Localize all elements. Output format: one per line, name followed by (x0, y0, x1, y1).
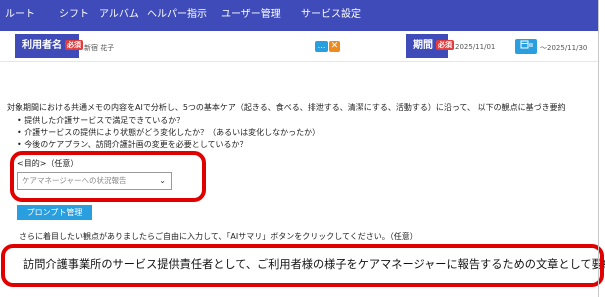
prompt-management-button[interactable]: プロンプト管理 (17, 205, 92, 220)
user-name-label-text: 利用者名 (22, 40, 62, 51)
nav-user-management[interactable]: ユーザー管理 (221, 9, 281, 21)
extra-note-text: さらに着目したい観点がありましたらご自由に入力して、「AIサマリ」ボタンをクリッ… (19, 232, 418, 241)
intro-text: 対象期間における共通メモの内容をAIで分析し、5つの基本ケア（起きる、食べる、排… (7, 103, 566, 112)
required-badge: 必須 (65, 40, 83, 50)
user-clear-button[interactable]: ✕ (329, 41, 340, 52)
period-to[interactable]: ～2025/11/30 (540, 43, 587, 53)
nav-album[interactable]: アルバム (99, 9, 139, 21)
nav-route[interactable]: ルート (5, 9, 35, 21)
nav-helper-instructions[interactable]: ヘルパー指示 (147, 9, 207, 21)
period-label-text: 期間 (413, 40, 433, 51)
user-name-value[interactable]: 新宿 花子 (84, 43, 114, 53)
nav-shift[interactable]: シフト (59, 9, 89, 21)
calendar-icon-glyph (520, 40, 533, 49)
app-frame: ルート シフト アルバム ヘルパー指示 ユーザー管理 サービス設定 利用者名 必須… (0, 0, 605, 297)
purpose-highlight-box (10, 151, 206, 202)
nav-service-settings[interactable]: サービス設定 (301, 9, 361, 21)
period-label: 期間 必須 (406, 34, 454, 58)
textarea-highlight-box (1, 244, 604, 287)
bullet-item: • 提供した介護サービスで満足できているか？ (17, 116, 185, 125)
bullet-item: • 介護サービスの提供により状態がどう変化したか？（あるいは変化しなかったか） (17, 128, 321, 137)
period-from[interactable]: 2025/11/01 (455, 43, 495, 51)
period-required-badge: 必須 (436, 40, 454, 50)
top-nav: ルート シフト アルバム ヘルパー指示 ユーザー管理 サービス設定 (0, 0, 598, 31)
page-edge-divider (598, 0, 599, 297)
user-name-label: 利用者名 必須 (15, 34, 83, 58)
bullet-item: • 今後のケアプラン、訪問介護計画の変更を必要としているか？ (17, 140, 248, 149)
user-search-button[interactable]: … (315, 41, 328, 52)
calendar-icon[interactable] (515, 39, 537, 54)
